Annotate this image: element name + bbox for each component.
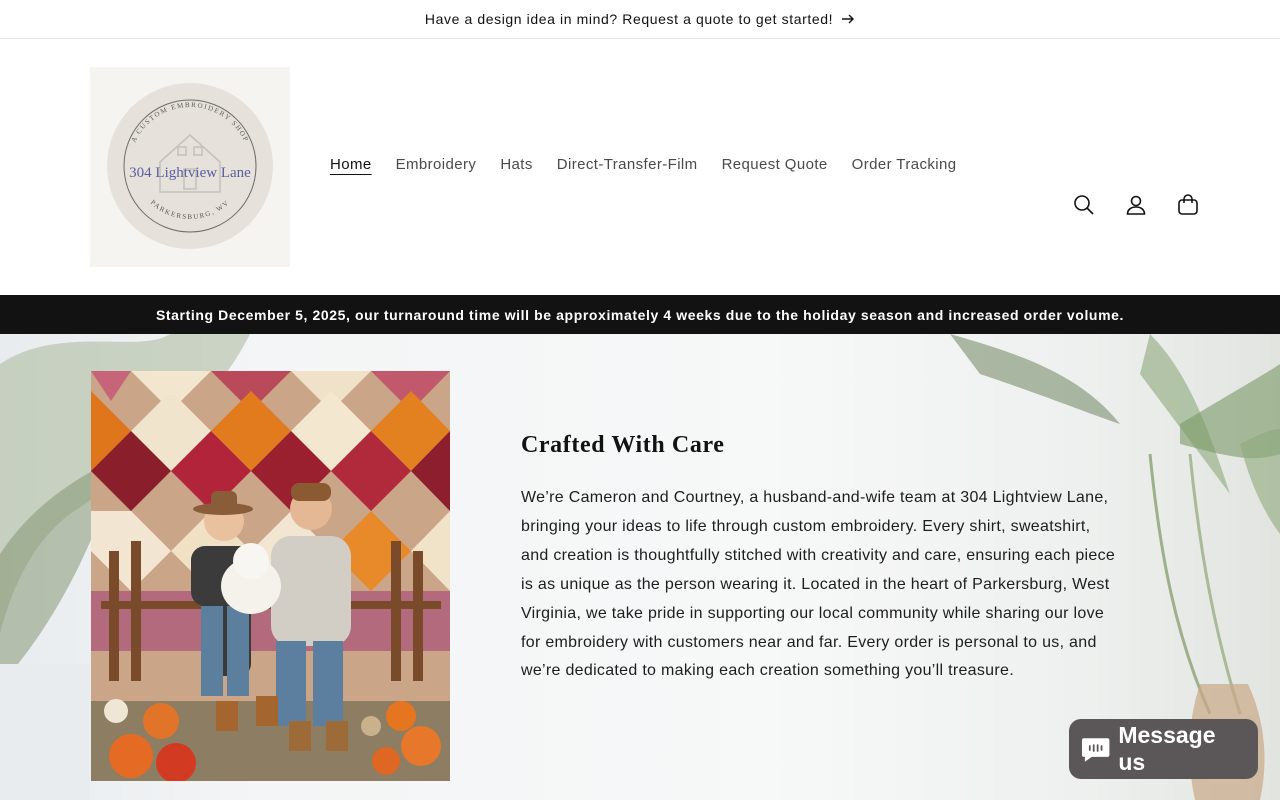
arrow-right-icon bbox=[842, 14, 855, 24]
owners-photo bbox=[91, 371, 450, 781]
about-section: Crafted With Care We’re Cameron and Cour… bbox=[0, 334, 1280, 800]
chat-bubble-icon bbox=[1081, 738, 1110, 762]
account-button[interactable] bbox=[1120, 189, 1152, 221]
cart-icon bbox=[1178, 194, 1198, 215]
nav-item-request-quote[interactable]: Request Quote bbox=[710, 155, 840, 175]
search-icon bbox=[1074, 195, 1094, 215]
header-icons bbox=[1068, 189, 1204, 221]
notice-text: Starting December 5, 2025, our turnaroun… bbox=[155, 306, 1125, 323]
nav-item-embroidery[interactable]: Embroidery bbox=[384, 155, 489, 175]
owners-photo-image bbox=[91, 371, 450, 781]
nav-item-direct-transfer-film[interactable]: Direct-Transfer-Film bbox=[545, 155, 710, 175]
about-title: Crafted With Care bbox=[521, 432, 725, 458]
nav-item-hats[interactable]: Hats bbox=[488, 155, 544, 175]
holiday-notice-bar: Starting December 5, 2025, our turnaroun… bbox=[0, 295, 1280, 334]
about-body: We’re Cameron and Courtney, a husband-an… bbox=[521, 489, 1116, 680]
account-icon bbox=[1126, 195, 1146, 215]
nav-item-home[interactable]: Home bbox=[318, 155, 384, 175]
message-us-button[interactable]: Message us bbox=[1069, 719, 1258, 779]
nav-item-order-tracking[interactable]: Order Tracking bbox=[840, 155, 969, 175]
announcement-text: Have a design idea in mind? Request a qu… bbox=[424, 11, 834, 27]
announcement-bar: Have a design idea in mind? Request a qu… bbox=[0, 0, 1280, 39]
main-nav: Home Embroidery Hats Direct-Transfer-Fil… bbox=[318, 155, 968, 175]
logo-badge: A CUSTOM EMBROIDERY SHOP PARKERSBURG, WV… bbox=[90, 67, 290, 267]
cart-button[interactable] bbox=[1172, 189, 1204, 221]
store-logo[interactable]: A CUSTOM EMBROIDERY SHOP PARKERSBURG, WV… bbox=[90, 67, 290, 267]
about-copy: Crafted With Care We’re Cameron and Cour… bbox=[521, 430, 1121, 686]
announcement-link[interactable]: Have a design idea in mind? Request a qu… bbox=[425, 11, 855, 27]
logo-name-text: 304 Lightview Lane bbox=[129, 165, 251, 181]
message-us-label: Message us bbox=[1118, 722, 1216, 775]
site-header: A CUSTOM EMBROIDERY SHOP PARKERSBURG, WV… bbox=[0, 39, 1280, 295]
search-button[interactable] bbox=[1068, 189, 1100, 221]
